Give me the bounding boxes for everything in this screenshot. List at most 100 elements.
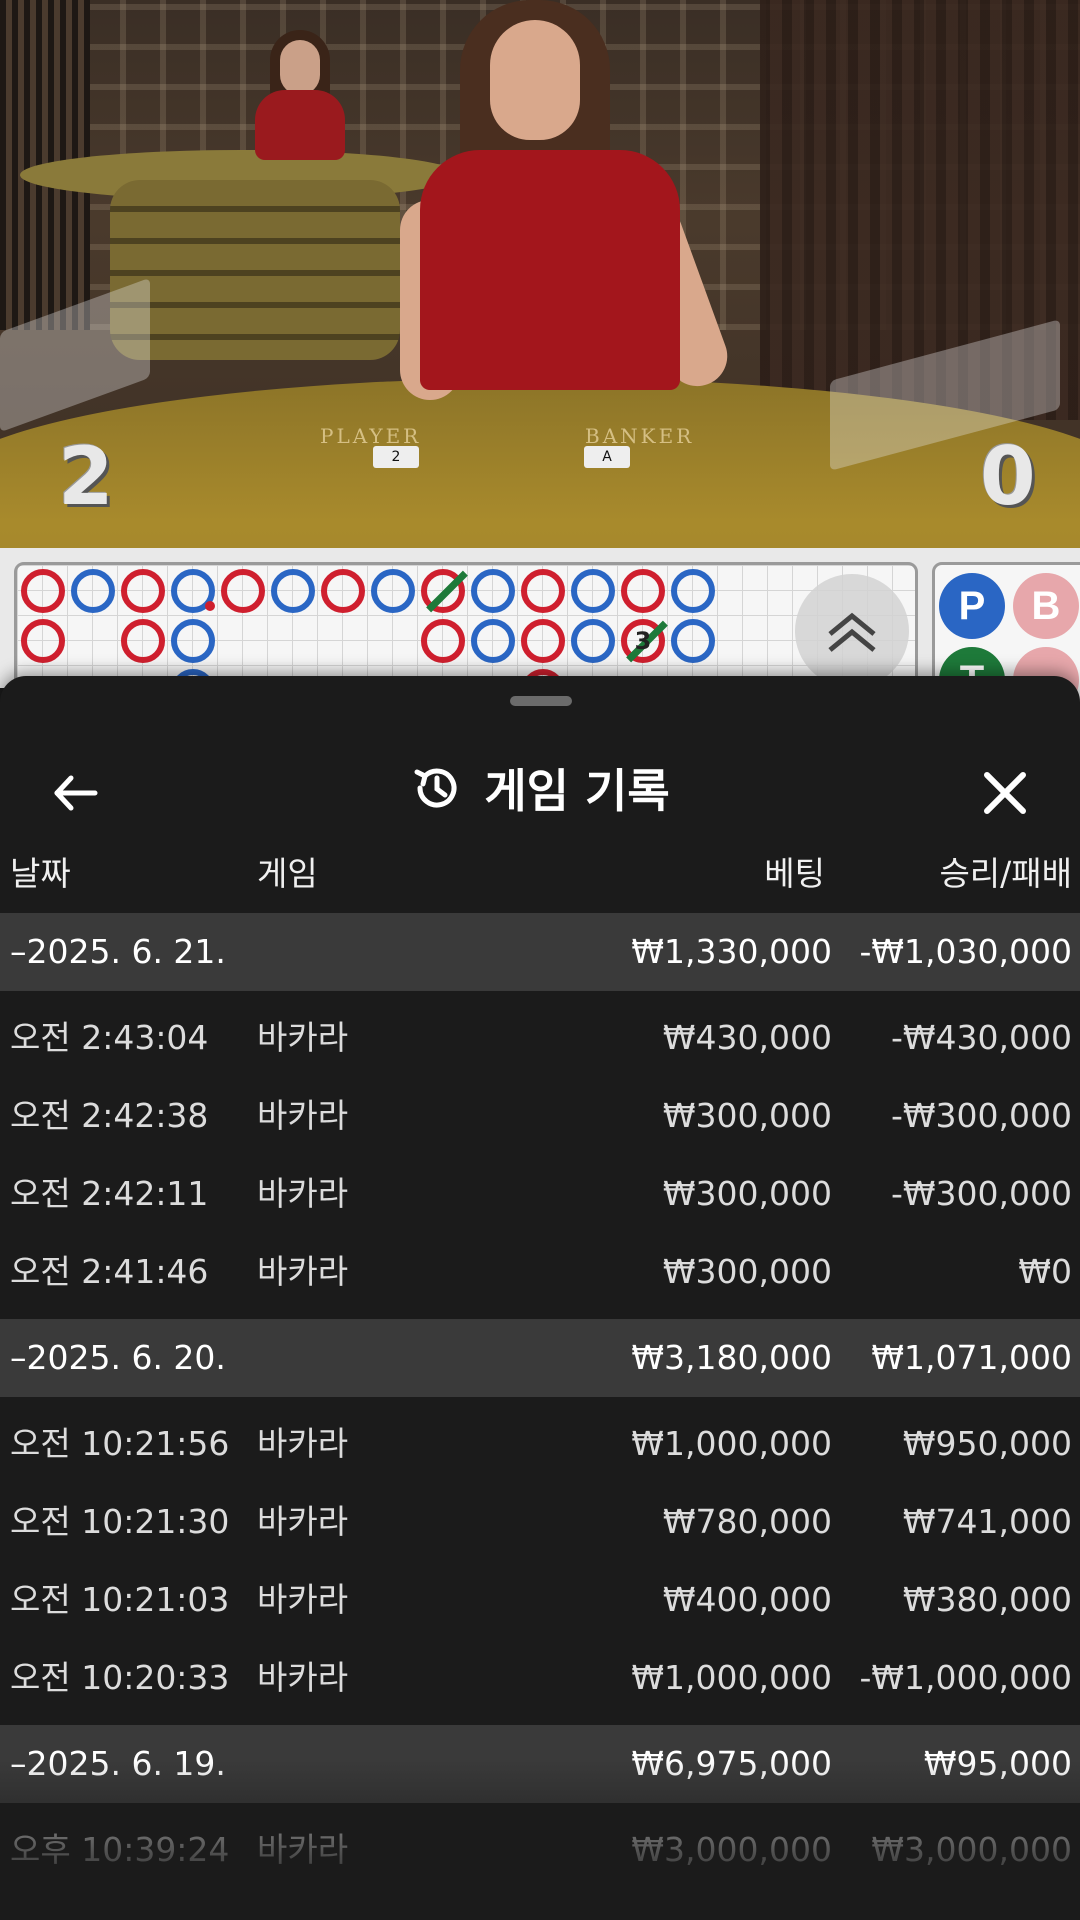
row-bet: ₩1,000,000 <box>631 1658 832 1697</box>
banker-predict-button[interactable]: B <box>1013 573 1079 639</box>
row-game: 바카라 <box>257 1424 349 1463</box>
row-game: 바카라 <box>257 1658 349 1697</box>
row-game: 바카라 <box>257 1502 349 1541</box>
group-winloss-total: -₩1,030,000 <box>859 932 1073 971</box>
history-row[interactable]: 오전 2:42:38 바카라 ₩300,000 -₩300,000 <box>0 1077 1080 1155</box>
history-row[interactable]: 오전 10:21:56 바카라 ₩1,000,000 ₩950,000 <box>0 1405 1080 1483</box>
group-bet-total: ₩6,975,000 <box>631 1744 832 1783</box>
row-winloss: -₩300,000 <box>890 1096 1072 1135</box>
felt-player-label: PLAYER <box>320 424 422 448</box>
row-bet: ₩300,000 <box>662 1252 832 1291</box>
player-bead <box>471 619 515 663</box>
date-group-row[interactable]: –2025. 6. 19. ₩6,975,000 ₩95,000 <box>0 1725 1080 1803</box>
row-game: 바카라 <box>257 1252 349 1291</box>
row-winloss: ₩3,000,000 <box>871 1830 1072 1869</box>
player-bead <box>71 569 115 613</box>
row-time: 오후 10:39:24 <box>10 1830 230 1869</box>
banker-bead <box>121 569 165 613</box>
row-game: 바카라 <box>257 1580 349 1619</box>
close-icon <box>984 772 1026 814</box>
history-row[interactable]: 오전 2:43:04 바카라 ₩430,000 -₩430,000 <box>0 999 1080 1077</box>
history-clock-icon <box>414 768 457 808</box>
history-row[interactable]: 오후 10:39:24 바카라 ₩3,000,000 ₩3,000,000 <box>0 1811 1080 1889</box>
game-history-sheet: 게임 기록 날짜 게임 베팅 승리/패배 –2025. 6. 21. ₩1,33… <box>0 676 1080 1920</box>
banker-bead <box>21 569 65 613</box>
column-header-bet[interactable]: 베팅 <box>764 844 825 904</box>
sheet-drag-handle[interactable] <box>510 696 572 706</box>
column-header-game[interactable]: 게임 <box>257 844 318 904</box>
player-bead <box>171 619 215 663</box>
row-time: 오전 10:20:33 <box>10 1658 230 1697</box>
column-header-winloss[interactable]: 승리/패배 <box>939 844 1072 904</box>
row-time: 오전 10:21:30 <box>10 1502 230 1541</box>
row-winloss: ₩0 <box>1018 1252 1072 1291</box>
banker-score: 0 <box>980 430 1036 523</box>
banker-bead: 3 <box>621 619 668 663</box>
history-row[interactable]: 오전 2:41:46 바카라 ₩300,000 ₩0 <box>0 1233 1080 1311</box>
row-time: 오전 2:41:46 <box>10 1252 209 1291</box>
player-bead <box>571 569 615 613</box>
row-time: 오전 10:21:03 <box>10 1580 230 1619</box>
dealer <box>390 0 770 410</box>
double-chevron-up-icon <box>828 612 876 652</box>
banker-bead <box>321 569 365 613</box>
banker-bead <box>521 619 565 663</box>
banker-bead <box>21 619 65 663</box>
date-group-row[interactable]: –2025. 6. 21. ₩1,330,000 -₩1,030,000 <box>0 913 1080 991</box>
banker-bead <box>221 569 265 613</box>
row-time: 오전 2:43:04 <box>10 1018 209 1057</box>
banker-bead <box>521 569 565 613</box>
row-winloss: ₩380,000 <box>902 1580 1072 1619</box>
history-row[interactable]: 오전 10:20:33 바카라 ₩1,000,000 -₩1,000,000 <box>0 1639 1080 1717</box>
banker-bead <box>621 569 665 613</box>
player-bead <box>671 619 715 663</box>
history-row[interactable]: 오전 10:21:03 바카라 ₩400,000 ₩380,000 <box>0 1561 1080 1639</box>
row-bet: ₩300,000 <box>662 1174 832 1213</box>
group-bet-total: ₩1,330,000 <box>631 932 832 971</box>
tie-slash <box>426 570 468 613</box>
group-winloss-total: ₩95,000 <box>923 1744 1072 1783</box>
row-game: 바카라 <box>257 1018 349 1057</box>
banker-bead <box>121 619 165 663</box>
background-dealer <box>240 30 360 160</box>
row-bet: ₩3,000,000 <box>631 1830 832 1869</box>
live-video: PLAYER BANKER 2 A 2 0 <box>0 0 1080 548</box>
banker-card: A <box>584 446 630 468</box>
player-bead <box>671 569 715 613</box>
player-predict-button[interactable]: P <box>939 573 1005 639</box>
player-score: 2 <box>58 430 114 523</box>
sheet-title: 게임 기록 <box>484 764 670 818</box>
player-card: 2 <box>373 446 419 468</box>
background-table-stack <box>110 180 400 360</box>
back-button[interactable] <box>40 758 110 828</box>
group-date: –2025. 6. 21. <box>10 932 226 971</box>
row-bet: ₩300,000 <box>662 1096 832 1135</box>
arrow-left-icon <box>54 775 98 811</box>
row-time: 오전 2:42:11 <box>10 1174 209 1213</box>
sheet-header: 게임 기록 <box>0 736 1080 840</box>
row-time: 오전 2:42:38 <box>10 1096 209 1135</box>
player-bead <box>271 569 315 613</box>
close-button[interactable] <box>970 758 1040 828</box>
row-winloss: ₩741,000 <box>902 1502 1072 1541</box>
roadmap-expand-button[interactable] <box>795 574 909 688</box>
history-row[interactable]: 오전 2:42:11 바카라 ₩300,000 -₩300,000 <box>0 1155 1080 1233</box>
row-bet: ₩1,000,000 <box>631 1424 832 1463</box>
group-bet-total: ₩3,180,000 <box>631 1338 832 1377</box>
row-bet: ₩780,000 <box>662 1502 832 1541</box>
column-header-date[interactable]: 날짜 <box>10 844 71 904</box>
row-winloss: -₩300,000 <box>890 1174 1072 1213</box>
history-row[interactable]: 오전 10:21:30 바카라 ₩780,000 ₩741,000 <box>0 1483 1080 1561</box>
row-bet: ₩430,000 <box>662 1018 832 1057</box>
player-bead <box>471 569 515 613</box>
banker-bead <box>421 619 465 663</box>
date-group-row[interactable]: –2025. 6. 20. ₩3,180,000 ₩1,071,000 <box>0 1319 1080 1397</box>
row-winloss: -₩1,000,000 <box>859 1658 1073 1697</box>
felt-banker-label: BANKER <box>585 424 695 448</box>
row-winloss: -₩430,000 <box>890 1018 1072 1057</box>
row-winloss: ₩950,000 <box>902 1424 1072 1463</box>
player-bead <box>371 569 415 613</box>
group-winloss-total: ₩1,071,000 <box>871 1338 1072 1377</box>
row-bet: ₩400,000 <box>662 1580 832 1619</box>
pair-dot <box>205 601 215 611</box>
